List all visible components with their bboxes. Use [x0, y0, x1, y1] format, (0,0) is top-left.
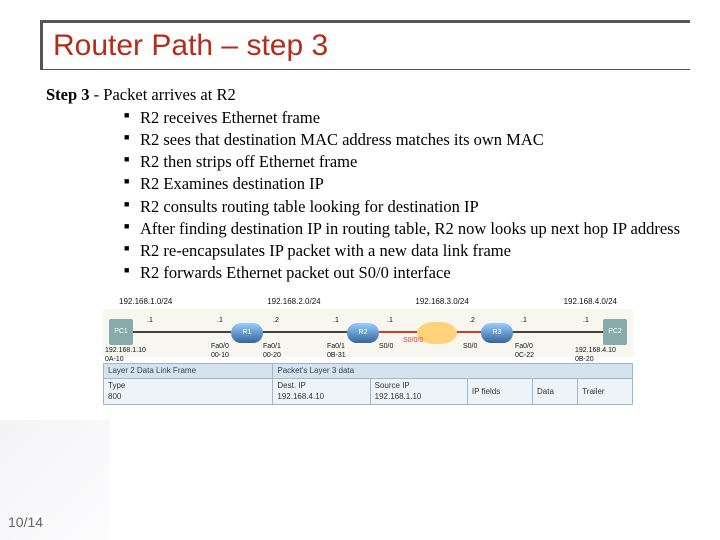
pc1-icon: PC1: [109, 319, 133, 345]
cell: Trailer: [578, 379, 633, 404]
iface-label: Fa0/1 0B-31: [327, 343, 346, 361]
bullet-list: R2 receives Ethernet frame R2 sees that …: [46, 107, 690, 283]
topology: PC1 R1 R2 R3 PC2 .1 .1 .2 .1 .1 .2 .1 .1…: [103, 309, 633, 357]
iface-label: 192.168.4.10 0B-20: [575, 347, 616, 365]
subnet-label: 192.168.2.0/24: [267, 297, 320, 307]
slide-title: Router Path – step 3: [40, 20, 690, 70]
iface-label: S0/0: [379, 343, 393, 352]
step-label: Step 3: [46, 85, 90, 104]
router-r2-icon: R2: [347, 323, 379, 343]
iface-label: .1: [333, 317, 339, 326]
pc2-icon: PC2: [603, 319, 627, 345]
subnet-label: 192.168.3.0/24: [415, 297, 468, 307]
list-item: R2 receives Ethernet frame: [124, 107, 690, 128]
step-heading: Step 3 - Packet arrives at R2: [46, 84, 690, 105]
cell: Source IP 192.168.1.10: [370, 379, 467, 404]
iface-label: Fa0/1 00-20: [263, 343, 281, 361]
frame-table: Layer 2 Data Link Frame Packet's Layer 3…: [103, 363, 633, 405]
network-diagram: 192.168.1.0/24 192.168.2.0/24 192.168.3.…: [103, 297, 633, 405]
router-r3-icon: R3: [481, 323, 513, 343]
iface-label: .1: [387, 317, 393, 326]
iface-label: .2: [469, 317, 475, 326]
list-item: After finding destination IP in routing …: [124, 218, 690, 239]
list-item: R2 then strips off Ethernet frame: [124, 151, 690, 172]
iface-label: S0/0: [463, 343, 477, 352]
list-item: R2 re-encapsulates IP packet with a new …: [124, 240, 690, 261]
subnet-label: 192.168.4.0/24: [564, 297, 617, 307]
step-suffix: - Packet arrives at R2: [90, 85, 236, 104]
router-r1-icon: R1: [231, 323, 263, 343]
iface-label: .1: [217, 317, 223, 326]
list-item: R2 forwards Ethernet packet out S0/0 int…: [124, 262, 690, 283]
list-item: R2 consults routing table looking for de…: [124, 196, 690, 217]
cell: Dest. IP 192.168.4.10: [273, 379, 370, 404]
l3-caption: Packet's Layer 3 data: [273, 364, 633, 379]
cell: IP fields: [467, 379, 532, 404]
cell: Type 800: [104, 379, 273, 404]
l2-caption: Layer 2 Data Link Frame: [104, 364, 273, 379]
iface-label: Fa0/0 00-10: [211, 343, 229, 361]
iface-label: .2: [273, 317, 279, 326]
iface-label: .1: [147, 317, 153, 326]
page-number: 10/14: [8, 514, 43, 530]
cell: Data: [533, 379, 578, 404]
iface-label: .1: [521, 317, 527, 326]
slide-body: Step 3 - Packet arrives at R2 R2 receive…: [40, 84, 690, 405]
iface-label: Fa0/0 0C-22: [515, 343, 534, 361]
iface-label: S0/0/0: [403, 337, 423, 346]
list-item: R2 Examines destination IP: [124, 173, 690, 194]
iface-label: .1: [583, 317, 589, 326]
subnet-row: 192.168.1.0/24 192.168.2.0/24 192.168.3.…: [103, 297, 633, 307]
list-item: R2 sees that destination MAC address mat…: [124, 129, 690, 150]
subnet-label: 192.168.1.0/24: [119, 297, 172, 307]
iface-label: 192.168.1.10 0A-10: [105, 347, 146, 365]
